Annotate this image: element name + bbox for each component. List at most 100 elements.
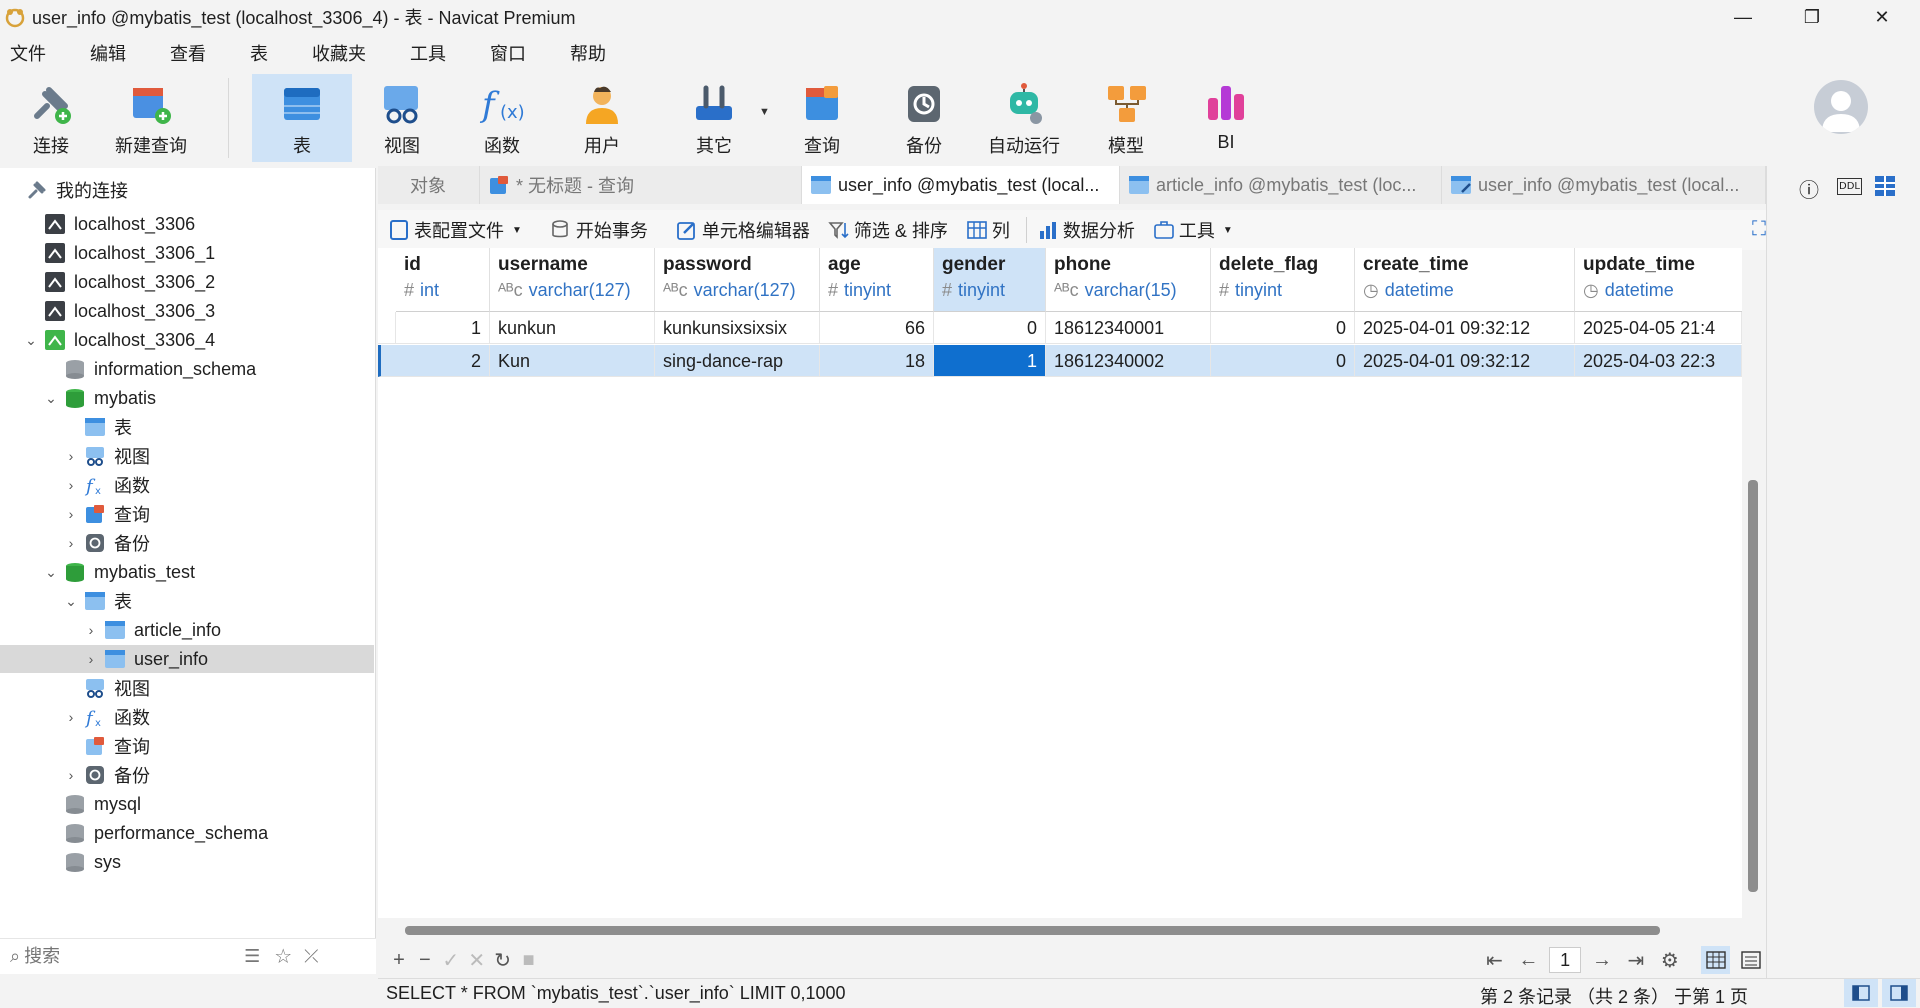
tree-table-user-info[interactable]: › user_info: [0, 645, 374, 673]
close-button[interactable]: ✕: [1852, 0, 1912, 34]
chevron-down-icon[interactable]: ⌄: [44, 564, 58, 581]
my-connections-header[interactable]: 我的连接: [0, 176, 374, 204]
column-header-username[interactable]: username ᴬᴮc varchar(127): [490, 248, 655, 312]
column-header-create-time[interactable]: create_time ◷ datetime: [1355, 248, 1575, 312]
cell-age[interactable]: 18: [820, 345, 934, 377]
tools-button[interactable]: 工具 ▼: [1153, 217, 1233, 243]
add-record-icon[interactable]: +: [386, 949, 412, 972]
menu-window[interactable]: 窗口: [480, 40, 544, 66]
tree-mybatis-test-queries[interactable]: 查询: [0, 732, 374, 760]
query-button[interactable]: 查询: [772, 74, 872, 162]
chevron-right-icon[interactable]: ›: [64, 767, 78, 783]
cell-delete-flag[interactable]: 0: [1211, 312, 1355, 344]
collapse-icon[interactable]: ⤫: [304, 946, 318, 967]
page-number-input[interactable]: 1: [1549, 947, 1581, 973]
other-button[interactable]: 其它: [664, 74, 764, 162]
tree-mybatis-backups[interactable]: › 备份: [0, 529, 374, 557]
chevron-right-icon[interactable]: ›: [84, 622, 98, 638]
fullscreen-icon[interactable]: ⛶: [1752, 218, 1766, 241]
chevron-right-icon[interactable]: ›: [64, 535, 78, 551]
chevron-down-icon[interactable]: ⌄: [44, 390, 58, 407]
bi-button[interactable]: BI: [1176, 74, 1276, 162]
info-icon[interactable]: ⓘ: [1799, 174, 1819, 203]
tree-connection-localhost-3306-3[interactable]: localhost_3306_3: [0, 297, 374, 325]
delete-record-icon[interactable]: −: [412, 949, 438, 972]
menu-tools[interactable]: 工具: [400, 40, 464, 66]
cell-update-time[interactable]: 2025-04-05 21:4: [1575, 312, 1742, 344]
auto-run-button[interactable]: 自动运行: [974, 74, 1074, 162]
chevron-right-icon[interactable]: ›: [64, 506, 78, 522]
tree-db-mybatis-test[interactable]: ⌄ mybatis_test: [0, 558, 374, 586]
cell-gender[interactable]: 0: [934, 312, 1046, 344]
chevron-right-icon[interactable]: ›: [64, 477, 78, 493]
cell-editor-button[interactable]: 单元格编辑器: [676, 217, 810, 243]
tab-user-info-active[interactable]: user_info @mybatis_test (local...: [802, 166, 1120, 204]
table-button[interactable]: 表: [252, 74, 352, 162]
row-indicator[interactable]: [378, 312, 396, 344]
settings-gear-icon[interactable]: ⚙: [1657, 948, 1683, 973]
tab-user-info-design[interactable]: user_info @mybatis_test (local...: [1442, 166, 1766, 204]
column-header-phone[interactable]: phone ᴬᴮc varchar(15): [1046, 248, 1211, 312]
grid-view-button[interactable]: [1700, 946, 1731, 974]
cell-phone[interactable]: 18612340002: [1046, 345, 1211, 377]
ddl-icon[interactable]: DDL: [1837, 178, 1862, 195]
cell-delete-flag[interactable]: 0: [1211, 345, 1355, 377]
tree-connection-localhost-3306[interactable]: localhost_3306: [0, 210, 374, 238]
column-header-password[interactable]: password ᴬᴮc varchar(127): [655, 248, 820, 312]
user-button[interactable]: 用户: [552, 74, 652, 162]
other-dropdown-icon[interactable]: ▼: [759, 106, 770, 118]
menu-edit[interactable]: 编辑: [80, 40, 144, 66]
row-indicator[interactable]: [378, 345, 398, 377]
tree-mybatis-queries[interactable]: › 查询: [0, 500, 374, 528]
toggle-left-panel-button[interactable]: [1844, 979, 1878, 1007]
menu-file[interactable]: 文件: [0, 40, 64, 66]
tree-mybatis-tables[interactable]: 表: [0, 413, 374, 441]
tree-db-information-schema[interactable]: information_schema: [0, 355, 374, 383]
apply-check-icon[interactable]: ✓: [438, 948, 464, 973]
menu-table[interactable]: 表: [240, 40, 286, 66]
tree-db-mysql[interactable]: mysql: [0, 790, 374, 818]
column-header-delete-flag[interactable]: delete_flag # tinyint: [1211, 248, 1355, 312]
cell-id[interactable]: 2: [396, 345, 490, 377]
tree-mybatis-test-backups[interactable]: › 备份: [0, 761, 374, 789]
chevron-right-icon[interactable]: ›: [64, 709, 78, 725]
tree-mybatis-test-tables[interactable]: ⌄ 表: [0, 587, 374, 615]
tree-mybatis-test-views[interactable]: 视图: [0, 674, 374, 702]
discard-icon[interactable]: ✕: [464, 948, 490, 973]
tree-search-input[interactable]: [24, 946, 225, 967]
maximize-button[interactable]: ❐: [1782, 0, 1842, 34]
last-page-icon[interactable]: ⇥: [1623, 948, 1649, 973]
menu-help[interactable]: 帮助: [560, 40, 624, 66]
connect-button[interactable]: 连接: [1, 74, 101, 162]
tab-untitled-query[interactable]: * 无标题 - 查询: [480, 166, 802, 204]
cell-phone[interactable]: 18612340001: [1046, 312, 1211, 344]
begin-transaction-button[interactable]: 开始事务: [550, 217, 648, 243]
columns-button[interactable]: 列: [966, 217, 1010, 243]
next-page-icon[interactable]: →: [1589, 949, 1615, 972]
refresh-icon[interactable]: ↻: [490, 948, 516, 973]
tree-mybatis-views[interactable]: › 视图: [0, 442, 374, 470]
tree-table-article-info[interactable]: › article_info: [0, 616, 374, 644]
cell-password[interactable]: sing-dance-rap: [655, 345, 820, 377]
new-query-button[interactable]: 新建查询: [101, 74, 201, 162]
tab-article-info[interactable]: article_info @mybatis_test (loc...: [1120, 166, 1442, 204]
cell-username[interactable]: kunkun: [490, 312, 655, 344]
star-icon[interactable]: ☆: [274, 944, 292, 969]
menu-view[interactable]: 查看: [160, 40, 224, 66]
chevron-down-icon[interactable]: ⌄: [24, 332, 38, 349]
tree-connection-localhost-3306-1[interactable]: localhost_3306_1: [0, 239, 374, 267]
tree-db-mybatis[interactable]: ⌄ mybatis: [0, 384, 374, 412]
chevron-down-icon[interactable]: ⌄: [64, 593, 78, 610]
tree-db-performance-schema[interactable]: performance_schema: [0, 819, 374, 847]
tab-objects[interactable]: 对象: [378, 166, 480, 204]
cell-password[interactable]: kunkunsixsixsix: [655, 312, 820, 344]
column-header-age[interactable]: age # tinyint: [820, 248, 934, 312]
menu-favorites[interactable]: 收藏夹: [302, 40, 384, 66]
minimize-button[interactable]: —: [1713, 0, 1773, 34]
chevron-right-icon[interactable]: ›: [64, 448, 78, 464]
filter-icon[interactable]: ☰: [244, 946, 260, 967]
user-avatar[interactable]: [1814, 80, 1868, 134]
cell-username[interactable]: Kun: [490, 345, 655, 377]
cell-create-time[interactable]: 2025-04-01 09:32:12: [1355, 345, 1575, 377]
toggle-right-panel-button[interactable]: [1882, 979, 1916, 1007]
